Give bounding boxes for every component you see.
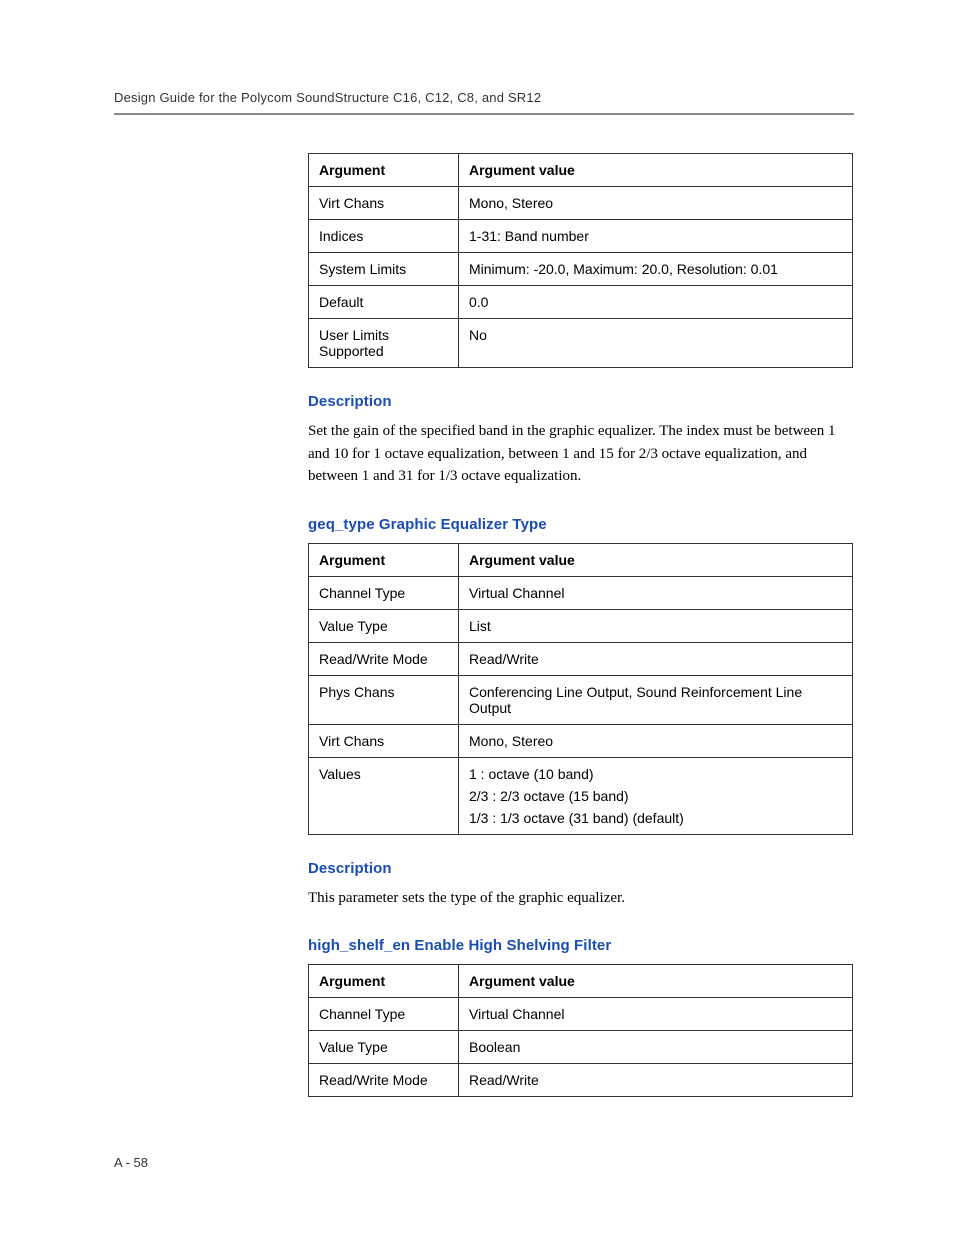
- page-number: A - 58: [114, 1155, 148, 1170]
- table-row: Phys Chans Conferencing Line Output, Sou…: [309, 675, 853, 724]
- argument-table-2: Argument Argument value Channel Type Vir…: [308, 543, 853, 835]
- table-row: System Limits Minimum: -20.0, Maximum: 2…: [309, 253, 853, 286]
- cell-value: Read/Write: [459, 642, 853, 675]
- table-row: Channel Type Virtual Channel: [309, 576, 853, 609]
- table-row: Virt Chans Mono, Stereo: [309, 724, 853, 757]
- cell-value: Mono, Stereo: [459, 724, 853, 757]
- cell-argument: User Limits Supported: [309, 319, 459, 368]
- cell-value: 1-31: Band number: [459, 220, 853, 253]
- cell-argument: Indices: [309, 220, 459, 253]
- description-text-2: This parameter sets the type of the grap…: [308, 887, 853, 910]
- table-header-row: Argument Argument value: [309, 154, 853, 187]
- table-row: Default 0.0: [309, 286, 853, 319]
- table-row: Indices 1-31: Band number: [309, 220, 853, 253]
- cell-argument: Value Type: [309, 1031, 459, 1064]
- table-header-argument: Argument: [309, 154, 459, 187]
- table-header-argument: Argument: [309, 965, 459, 998]
- cell-value: Mono, Stereo: [459, 187, 853, 220]
- argument-table-1: Argument Argument value Virt Chans Mono,…: [308, 153, 853, 368]
- cell-value: Read/Write: [459, 1064, 853, 1097]
- table-row: User Limits Supported No: [309, 319, 853, 368]
- cell-value-multiline: 1 : octave (10 band) 2/3 : 2/3 octave (1…: [459, 757, 853, 834]
- table-row: Value Type Boolean: [309, 1031, 853, 1064]
- table-row: Value Type List: [309, 609, 853, 642]
- cell-value: Conferencing Line Output, Sound Reinforc…: [459, 675, 853, 724]
- table-header-value: Argument value: [459, 543, 853, 576]
- table-header-value: Argument value: [459, 154, 853, 187]
- content-area: Argument Argument value Virt Chans Mono,…: [308, 153, 853, 1097]
- cell-argument: Phys Chans: [309, 675, 459, 724]
- table-row: Channel Type Virtual Channel: [309, 998, 853, 1031]
- cell-value: Minimum: -20.0, Maximum: 20.0, Resolutio…: [459, 253, 853, 286]
- cell-value: Virtual Channel: [459, 576, 853, 609]
- value-line: 2/3 : 2/3 octave (15 band): [469, 788, 842, 804]
- cell-argument: Virt Chans: [309, 724, 459, 757]
- section-heading-description-1: Description: [308, 393, 853, 410]
- cell-value: 0.0: [459, 286, 853, 319]
- section-heading-description-2: Description: [308, 860, 853, 877]
- cell-value: Boolean: [459, 1031, 853, 1064]
- cell-argument: System Limits: [309, 253, 459, 286]
- header-divider: [114, 113, 854, 115]
- description-text-1: Set the gain of the specified band in th…: [308, 420, 853, 488]
- section-heading-high-shelf: high_shelf_en Enable High Shelving Filte…: [308, 937, 853, 954]
- document-header-title: Design Guide for the Polycom SoundStruct…: [114, 90, 854, 105]
- cell-argument: Read/Write Mode: [309, 642, 459, 675]
- table-header-value: Argument value: [459, 965, 853, 998]
- table-header-argument: Argument: [309, 543, 459, 576]
- cell-value: No: [459, 319, 853, 368]
- page-container: Design Guide for the Polycom SoundStruct…: [0, 0, 954, 1162]
- cell-argument: Values: [309, 757, 459, 834]
- table-header-row: Argument Argument value: [309, 543, 853, 576]
- section-heading-geq-type: geq_type Graphic Equalizer Type: [308, 516, 853, 533]
- table-row: Values 1 : octave (10 band) 2/3 : 2/3 oc…: [309, 757, 853, 834]
- cell-argument: Channel Type: [309, 998, 459, 1031]
- table-row: Virt Chans Mono, Stereo: [309, 187, 853, 220]
- cell-argument: Read/Write Mode: [309, 1064, 459, 1097]
- table-row: Read/Write Mode Read/Write: [309, 642, 853, 675]
- table-row: Read/Write Mode Read/Write: [309, 1064, 853, 1097]
- cell-argument: Value Type: [309, 609, 459, 642]
- value-line: 1/3 : 1/3 octave (31 band) (default): [469, 810, 842, 826]
- cell-argument: Virt Chans: [309, 187, 459, 220]
- cell-value: Virtual Channel: [459, 998, 853, 1031]
- cell-value: List: [459, 609, 853, 642]
- value-line: 1 : octave (10 band): [469, 766, 842, 782]
- argument-table-3: Argument Argument value Channel Type Vir…: [308, 964, 853, 1097]
- cell-argument: Default: [309, 286, 459, 319]
- table-header-row: Argument Argument value: [309, 965, 853, 998]
- cell-argument: Channel Type: [309, 576, 459, 609]
